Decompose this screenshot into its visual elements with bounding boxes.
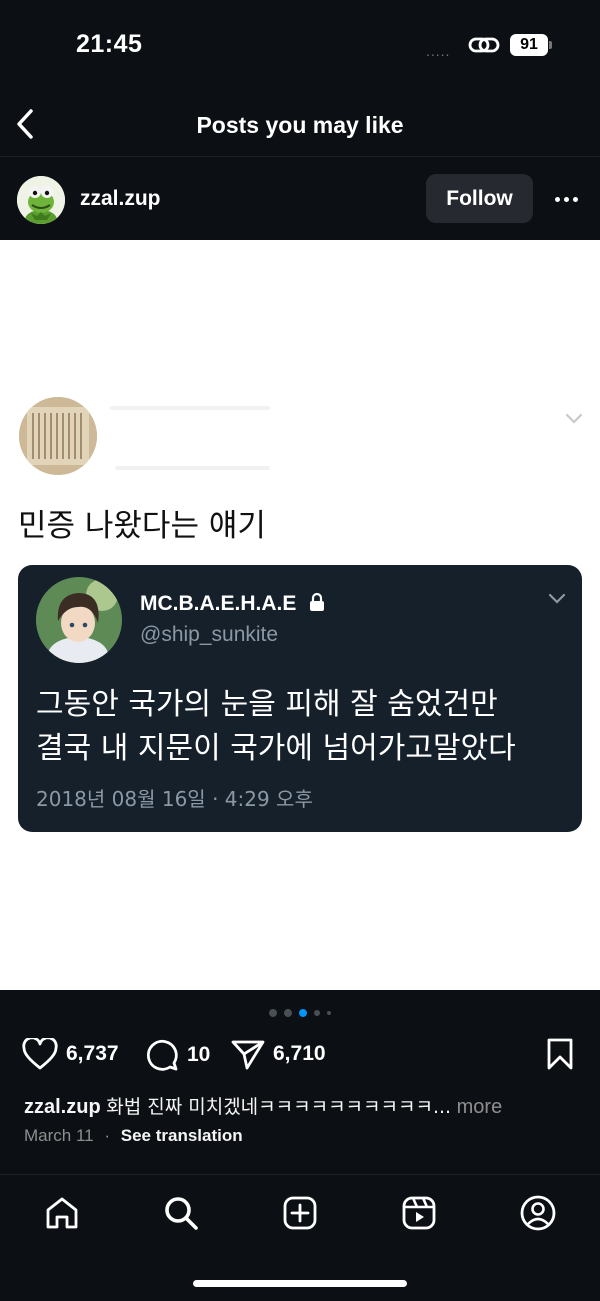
carousel-dot — [284, 1009, 292, 1017]
like-count: 6,737 — [66, 1042, 119, 1065]
carousel-dot — [327, 1011, 331, 1015]
avatar[interactable] — [17, 176, 65, 224]
carousel-dot — [269, 1009, 277, 1017]
quote-display-name-text: MC.B.A.E.H.A.E — [140, 592, 297, 615]
heart-icon — [22, 1038, 58, 1070]
action-bar: 6,737 10 6,710 — [0, 1030, 600, 1080]
blurred-handle — [115, 466, 270, 470]
nav-header: Posts you may like — [0, 90, 600, 157]
see-translation-link[interactable]: See translation — [121, 1126, 243, 1145]
quote-tweet-card: MC.B.A.E.H.A.E @ship_sunkite 그동안 국가의 눈을 … — [18, 565, 582, 832]
share-count: 6,710 — [273, 1042, 326, 1065]
quote-display-name: MC.B.A.E.H.A.E — [140, 592, 326, 616]
create-icon — [283, 1196, 317, 1230]
carousel-dot-active — [299, 1009, 307, 1017]
status-bar: 21:45 ..... 91 — [0, 0, 600, 90]
link-icon — [468, 37, 500, 53]
quote-avatar — [36, 577, 122, 663]
anime-avatar-image — [36, 577, 122, 663]
tab-search[interactable] — [161, 1193, 201, 1233]
quote-text: 그동안 국가의 눈을 피해 잘 숨었건만 결국 내 지문이 국가에 넘어가고말았… — [36, 683, 576, 771]
quote-text-line1: 그동안 국가의 눈을 피해 잘 숨었건만 — [36, 687, 498, 722]
status-time: 21:45 — [76, 30, 143, 58]
caption[interactable]: zzal.zup 화법 진짜 미치겠네ㅋㅋㅋㅋㅋㅋㅋㅋㅋㅋ... more — [24, 1092, 584, 1119]
like-action[interactable]: 6,737 — [22, 1038, 119, 1070]
post-date: March 11 — [24, 1126, 94, 1145]
follow-button[interactable]: Follow — [426, 174, 533, 223]
tab-reels[interactable] — [399, 1193, 439, 1233]
reels-icon — [402, 1196, 436, 1230]
comment-action[interactable]: 10 — [145, 1038, 210, 1072]
chevron-down-icon — [548, 593, 566, 604]
caption-text: 화법 진짜 미치겠네ㅋㅋㅋㅋㅋㅋㅋㅋㅋㅋ... — [106, 1096, 452, 1118]
tab-profile[interactable] — [518, 1193, 558, 1233]
profile-icon — [520, 1195, 556, 1231]
home-indicator[interactable] — [193, 1280, 407, 1287]
old-document-image — [19, 397, 97, 475]
meta-separator: · — [104, 1126, 111, 1145]
post-image[interactable]: 민증 나왔다는 얘기 MC.B.A.E.H.A.E @ship_sunkite — [0, 240, 600, 990]
chevron-down-icon — [565, 413, 583, 424]
post-header: zzal.zup Follow — [0, 158, 600, 240]
quote-text-line2: 결국 내 지문이 국가에 넘어가고말았다 — [36, 731, 516, 766]
tab-home[interactable] — [42, 1193, 82, 1233]
kermit-avatar-image — [17, 176, 65, 224]
quote-date: 2018년 08월 16일 · 4:29 오후 — [36, 787, 313, 811]
tweet-text: 민증 나왔다는 얘기 — [18, 508, 266, 544]
carousel-indicator — [0, 1007, 600, 1019]
caption-more-link[interactable]: more — [457, 1096, 503, 1118]
lock-icon — [310, 592, 325, 611]
battery-cap — [549, 41, 552, 49]
page-title: Posts you may like — [196, 112, 404, 138]
more-options-icon[interactable] — [550, 184, 582, 214]
tab-create[interactable] — [280, 1193, 320, 1233]
carousel-dot — [314, 1010, 320, 1016]
post-username[interactable]: zzal.zup — [80, 187, 161, 211]
tweet-avatar — [19, 397, 97, 475]
signal-dots: ..... — [426, 43, 451, 59]
post-meta: March 11 · See translation — [24, 1126, 243, 1146]
comment-icon — [146, 1039, 178, 1071]
battery-icon: 91 — [510, 34, 548, 56]
comment-count: 10 — [187, 1043, 211, 1066]
search-icon — [165, 1197, 198, 1230]
caption-username[interactable]: zzal.zup — [24, 1096, 101, 1118]
home-icon — [46, 1197, 78, 1229]
share-action[interactable]: 6,710 — [231, 1038, 326, 1070]
send-icon — [231, 1040, 265, 1070]
quote-handle: @ship_sunkite — [140, 623, 279, 646]
bookmark-icon[interactable] — [546, 1038, 574, 1070]
blurred-name — [110, 406, 270, 410]
